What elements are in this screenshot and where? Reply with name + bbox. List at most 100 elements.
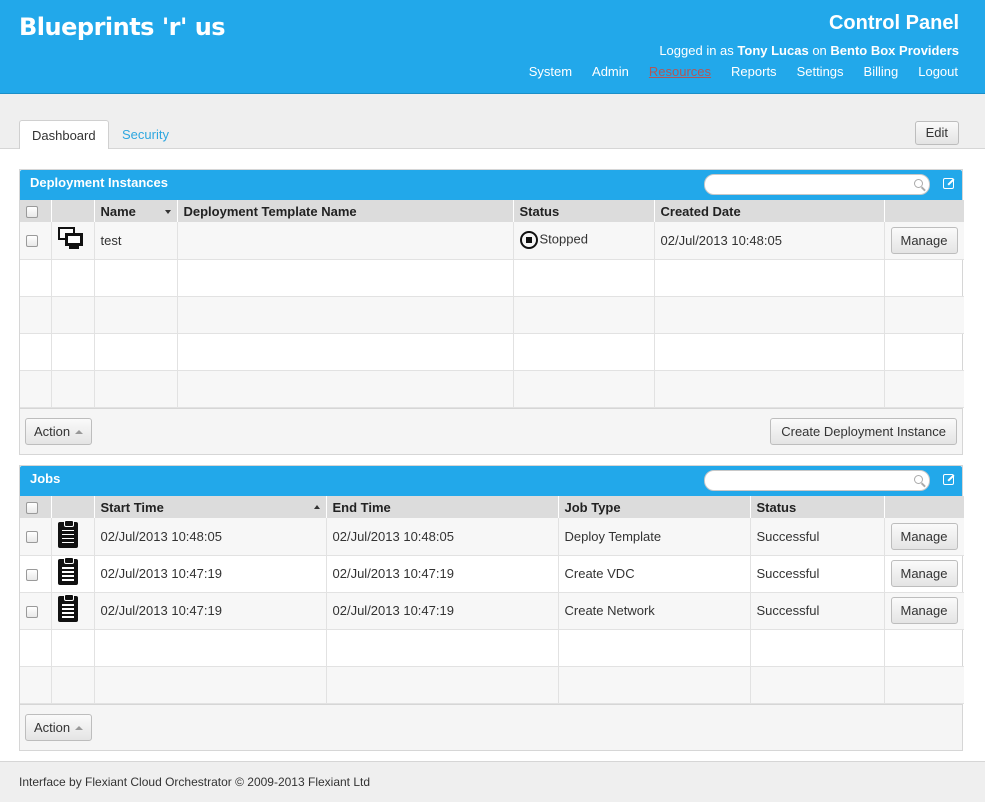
clipboard-icon: [57, 519, 78, 548]
server-icon: [57, 226, 84, 251]
tab-bar: Dashboard Security Edit: [0, 94, 985, 150]
select-all-header: [20, 496, 52, 518]
empty-row: [20, 259, 964, 297]
status-text: Stopped: [539, 231, 588, 247]
action-label: Action: [34, 423, 71, 439]
cell-job-type: Create VDC: [558, 555, 751, 593]
manage-button[interactable]: Manage: [890, 597, 958, 624]
cell-created: 02/Jul/2013 10:48:05: [654, 222, 885, 260]
cell-status: Successful: [750, 518, 885, 556]
create-deployment-instance-button[interactable]: Create Deployment Instance: [770, 417, 957, 445]
table-header-row: Start Time End Time Job Type Status: [20, 496, 964, 518]
table-row[interactable]: 02/Jul/2013 10:47:19 02/Jul/2013 10:47:1…: [20, 592, 964, 630]
action-dropdown-button[interactable]: Action: [25, 713, 93, 741]
nav-reports[interactable]: Reports: [731, 64, 777, 79]
select-all-header: [20, 200, 52, 222]
cell-job-type: Create Network: [558, 592, 751, 630]
page-title: Control Panel: [828, 12, 959, 34]
row-select-cell: [20, 222, 52, 260]
select-all-checkbox[interactable]: [26, 206, 38, 219]
cell-template: [177, 222, 514, 260]
edit-columns-icon[interactable]: [943, 178, 954, 189]
nav-settings[interactable]: Settings: [797, 64, 844, 79]
cell-start-time: 02/Jul/2013 10:48:05: [94, 518, 327, 556]
manage-button[interactable]: Manage: [890, 560, 958, 587]
column-header-status[interactable]: Status: [750, 496, 885, 518]
cell-start-time: 02/Jul/2013 10:47:19: [94, 592, 327, 630]
column-header-name[interactable]: Name: [94, 200, 178, 222]
cell-status: Successful: [750, 555, 885, 593]
select-all-checkbox[interactable]: [26, 502, 38, 515]
search-icon: [914, 179, 923, 188]
footer-text: Interface by Flexiant Cloud Orchestrator…: [19, 775, 371, 789]
icon-column-header: [51, 496, 95, 518]
column-header-end-time[interactable]: End Time: [326, 496, 559, 518]
column-header-status[interactable]: Status: [513, 200, 655, 222]
action-label: Action: [34, 719, 71, 735]
row-checkbox[interactable]: [26, 568, 38, 581]
panel-footer: Action Create Deployment Instance: [20, 407, 962, 454]
nav-system[interactable]: System: [529, 64, 572, 79]
page-footer: Interface by Flexiant Cloud Orchestrator…: [0, 761, 985, 802]
empty-row: [20, 629, 964, 667]
cell-job-type: Deploy Template: [558, 518, 751, 556]
caret-up-icon: [75, 726, 84, 731]
table-row[interactable]: 02/Jul/2013 10:47:19 02/Jul/2013 10:47:1…: [20, 555, 964, 593]
icon-column-header: [51, 200, 95, 222]
cell-end-time: 02/Jul/2013 10:47:19: [326, 592, 559, 630]
row-checkbox[interactable]: [26, 235, 38, 248]
action-dropdown-button[interactable]: Action: [25, 417, 93, 445]
cell-status: Successful: [750, 592, 885, 630]
row-icon-cell: [51, 222, 95, 260]
cell-end-time: 02/Jul/2013 10:47:19: [326, 555, 559, 593]
edit-button[interactable]: Edit: [914, 121, 959, 145]
nav-admin[interactable]: Admin: [592, 64, 629, 79]
logged-in-prefix: Logged in as: [659, 43, 734, 58]
login-info: Logged in as Tony Lucas on Bento Box Pro…: [659, 43, 959, 58]
empty-row: [20, 370, 964, 408]
top-nav: System Admin Resources Reports Settings …: [509, 64, 958, 79]
empty-row: [20, 333, 964, 371]
panel-title: Jobs: [30, 471, 61, 486]
row-checkbox[interactable]: [26, 605, 38, 618]
deployments-table: Name Deployment Template Name Status Cre…: [20, 200, 964, 408]
nav-logout[interactable]: Logout: [918, 64, 958, 79]
main-content: Deployment Instances Name Deployment Tem…: [0, 149, 985, 761]
stopped-icon: [519, 231, 538, 250]
user-name: Tony Lucas: [737, 43, 809, 58]
column-header-start-time[interactable]: Start Time: [94, 496, 327, 518]
panel-header: Deployment Instances: [20, 170, 962, 200]
jobs-panel: Jobs Start Time End Time Job Type Status: [19, 465, 964, 751]
manage-button[interactable]: Manage: [890, 522, 958, 550]
clipboard-icon: [57, 557, 78, 585]
cell-start-time: 02/Jul/2013 10:47:19: [94, 555, 327, 593]
column-header-created[interactable]: Created Date: [654, 200, 885, 222]
jobs-table: Start Time End Time Job Type Status 02/J…: [20, 496, 964, 704]
tab-dashboard[interactable]: Dashboard: [19, 120, 109, 150]
nav-billing[interactable]: Billing: [864, 64, 899, 79]
caret-up-icon: [75, 430, 84, 435]
empty-row: [20, 666, 964, 704]
column-header-job-type[interactable]: Job Type: [558, 496, 751, 518]
table-row[interactable]: test Stopped 02/Jul/2013 10:48:05 Manage: [20, 222, 964, 260]
table-header-row: Name Deployment Template Name Status Cre…: [20, 200, 964, 222]
on-text: on: [812, 43, 827, 58]
cell-action: Manage: [884, 222, 964, 260]
brand-logo-text[interactable]: Blueprints 'r' us: [19, 13, 226, 41]
search-input[interactable]: [704, 174, 930, 195]
nav-resources[interactable]: Resources: [649, 64, 711, 79]
edit-columns-icon[interactable]: [943, 474, 954, 485]
cell-status: Stopped: [513, 222, 655, 260]
row-checkbox[interactable]: [26, 531, 38, 544]
cell-name: test: [94, 222, 178, 260]
actions-column-header: [884, 496, 964, 518]
table-row[interactable]: 02/Jul/2013 10:48:05 02/Jul/2013 10:48:0…: [20, 518, 964, 556]
deployment-instances-panel: Deployment Instances Name Deployment Tem…: [19, 169, 964, 455]
tab-security[interactable]: Security: [110, 120, 181, 149]
search-input[interactable]: [704, 470, 930, 491]
cell-end-time: 02/Jul/2013 10:48:05: [326, 518, 559, 556]
manage-button[interactable]: Manage: [890, 226, 958, 254]
search-icon: [914, 475, 923, 484]
column-header-template[interactable]: Deployment Template Name: [177, 200, 514, 222]
panel-footer: Action: [20, 703, 962, 750]
